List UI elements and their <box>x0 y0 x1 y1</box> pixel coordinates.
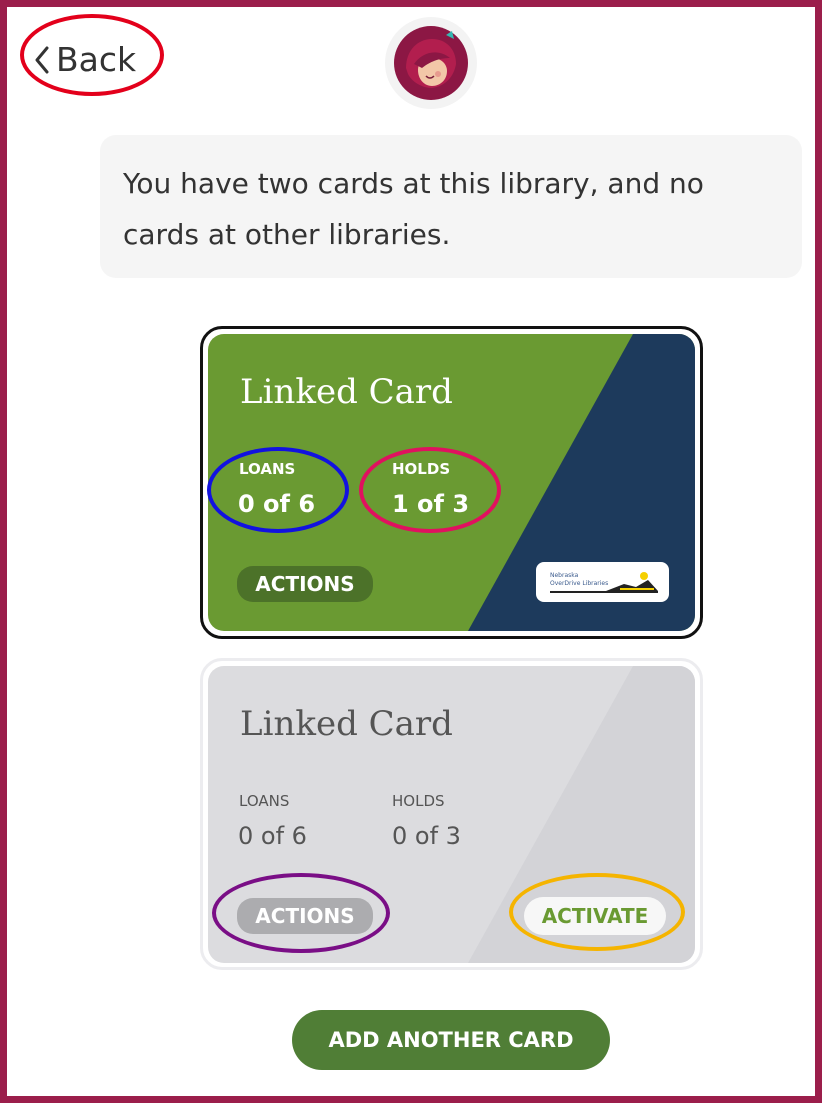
loans-label: LOANS <box>239 792 290 810</box>
card-summary-message: You have two cards at this library, and … <box>100 135 802 278</box>
linked-card-active[interactable]: Linked Card LOANS 0 of 6 HOLDS 1 of 3 AC… <box>208 334 695 631</box>
library-logo-badge: Nebraska OverDrive Libraries <box>536 562 669 602</box>
holds-value[interactable]: 1 of 3 <box>392 490 469 518</box>
add-another-card-button[interactable]: ADD ANOTHER CARD <box>292 1010 610 1070</box>
chevron-left-icon <box>35 46 49 73</box>
card-title: Linked Card <box>240 704 453 744</box>
loans-label: LOANS <box>239 460 296 478</box>
holds-label: HOLDS <box>392 460 451 478</box>
card-actions-button[interactable]: ACTIONS <box>237 898 373 934</box>
card-summary-text: You have two cards at this library, and … <box>123 167 704 251</box>
activate-card-button[interactable]: ACTIVATE <box>524 897 666 935</box>
holds-value[interactable]: 0 of 3 <box>392 822 461 850</box>
svg-text:Nebraska: Nebraska <box>550 572 579 579</box>
card-actions-button[interactable]: ACTIONS <box>237 566 373 602</box>
back-button[interactable]: Back <box>34 40 136 79</box>
loans-value[interactable]: 0 of 6 <box>238 822 307 850</box>
back-label: Back <box>56 40 137 79</box>
holds-label: HOLDS <box>392 792 445 810</box>
libby-logo <box>385 17 477 109</box>
svg-text:OverDrive Libraries: OverDrive Libraries <box>550 580 608 587</box>
loans-value[interactable]: 0 of 6 <box>238 490 315 518</box>
linked-card-inactive[interactable]: Linked Card LOANS 0 of 6 HOLDS 0 of 3 AC… <box>208 666 695 963</box>
card-title: Linked Card <box>240 372 453 412</box>
